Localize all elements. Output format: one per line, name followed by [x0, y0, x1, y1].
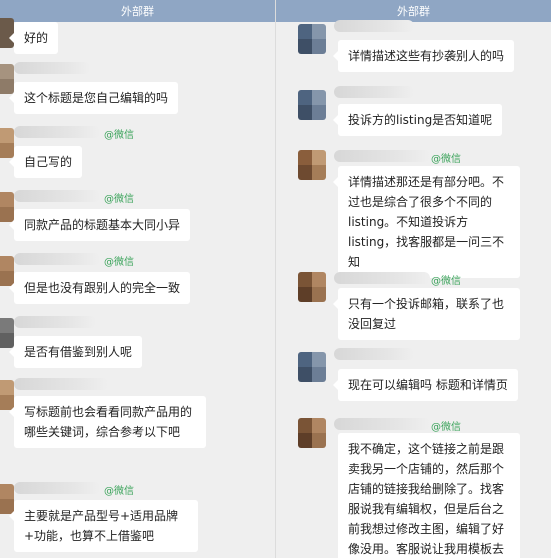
avatar[interactable] — [0, 318, 14, 348]
message-text: 但是也没有跟别人的完全一致 — [24, 281, 181, 295]
avatar[interactable] — [0, 64, 14, 94]
avatar[interactable] — [0, 484, 14, 514]
sender-name-blurred — [334, 20, 414, 32]
message-text: 只有一个投诉邮箱，联系了也没回复过 — [348, 297, 505, 331]
avatar[interactable] — [298, 418, 326, 448]
sender-name-blurred — [14, 126, 100, 138]
avatar[interactable] — [0, 256, 14, 286]
avatar[interactable] — [0, 192, 14, 222]
message-text: 现在可以编辑吗 标题和详情页 — [348, 378, 508, 392]
wechat-tag: @微信 — [104, 486, 134, 497]
message-text: 详情描述那还是有部分吧。不过也是综合了很多个不同的listing。不知道投诉方l… — [348, 175, 505, 269]
wechat-tag: @微信 — [431, 154, 461, 165]
right-chat-panel: 外部群 详情描述这些有抄袭别人的吗 投诉方的listing是否知道呢 @微信 详… — [276, 0, 551, 558]
wechat-tag: @微信 — [104, 130, 134, 141]
avatar[interactable] — [298, 24, 326, 54]
wechat-tag: @微信 — [431, 276, 461, 287]
message-bubble: 同款产品的标题基本大同小异 — [8, 209, 191, 241]
chat-title: 外部群 — [121, 5, 154, 18]
chat-title: 外部群 — [397, 5, 430, 18]
wechat-tag: @微信 — [104, 257, 134, 268]
sender-name-blurred — [334, 272, 430, 284]
sender-name-blurred — [14, 62, 90, 74]
message-text: 主要就是产品型号+适用品牌+功能，也算不上借鉴吧 — [24, 509, 179, 543]
wechat-tag: @微信 — [431, 422, 461, 433]
sender-name-blurred — [14, 190, 100, 202]
sender-name-blurred — [334, 418, 430, 430]
message-text: 同款产品的标题基本大同小异 — [24, 218, 181, 232]
sender-name-blurred — [334, 86, 414, 98]
sender-name-blurred — [334, 348, 414, 360]
message-bubble: 详情描述那还是有部分吧。不过也是综合了很多个不同的listing。不知道投诉方l… — [333, 166, 520, 278]
message-bubble: 主要就是产品型号+适用品牌+功能，也算不上借鉴吧 — [9, 500, 198, 552]
avatar[interactable] — [298, 150, 326, 180]
message-text: 这个标题是您自己编辑的吗 — [24, 91, 169, 105]
message-bubble: 我不确定，这个链接之前是跟卖我另一个店铺的，然后那个店铺的链接我给删除了。找客服… — [338, 433, 520, 558]
avatar[interactable] — [298, 352, 326, 382]
sender-name-blurred — [14, 316, 96, 328]
message-text: 我不确定，这个链接之前是跟卖我另一个店铺的，然后那个店铺的链接我给删除了。找客服… — [348, 442, 505, 556]
message-text: 是否有借鉴到别人呢 — [24, 345, 133, 359]
avatar[interactable] — [0, 128, 14, 158]
message-bubble: 是否有借鉴到别人呢 — [8, 336, 143, 368]
sender-name-blurred — [14, 378, 108, 390]
message-text: 好的 — [24, 31, 49, 45]
chat-title-bar: 外部群 — [276, 0, 551, 22]
message-bubble: 好的 — [8, 22, 59, 54]
message-bubble: 自己写的 — [8, 146, 83, 178]
message-bubble: 这个标题是您自己编辑的吗 — [8, 82, 179, 114]
sender-name-blurred — [14, 482, 100, 494]
chat-title-bar: 外部群 — [0, 0, 275, 22]
left-chat-panel: 外部群 好的 这个标题是您自己编辑的吗 @微信 自己写的 @微信 同款产品的标题… — [0, 0, 275, 558]
wechat-tag: @微信 — [104, 194, 134, 205]
sender-name-blurred — [334, 150, 430, 162]
message-text: 自己写的 — [24, 155, 73, 169]
message-bubble: 详情描述这些有抄袭别人的吗 — [332, 40, 515, 72]
avatar[interactable] — [0, 380, 14, 410]
message-bubble: 现在可以编辑吗 标题和详情页 — [333, 369, 518, 401]
message-bubble: 写标题前也会看看同款产品用的哪些关键词，综合参考以下吧 — [9, 396, 206, 448]
avatar[interactable] — [298, 90, 326, 120]
message-text: 详情描述这些有抄袭别人的吗 — [348, 49, 505, 63]
avatar[interactable] — [298, 272, 326, 302]
message-bubble: 只有一个投诉邮箱，联系了也没回复过 — [333, 288, 520, 340]
message-bubble: 但是也没有跟别人的完全一致 — [8, 272, 191, 304]
message-bubble: 投诉方的listing是否知道呢 — [332, 104, 503, 136]
message-text: 写标题前也会看看同款产品用的哪些关键词，综合参考以下吧 — [24, 405, 193, 439]
message-text: 投诉方的listing是否知道呢 — [348, 113, 493, 127]
sender-name-blurred — [14, 253, 100, 265]
